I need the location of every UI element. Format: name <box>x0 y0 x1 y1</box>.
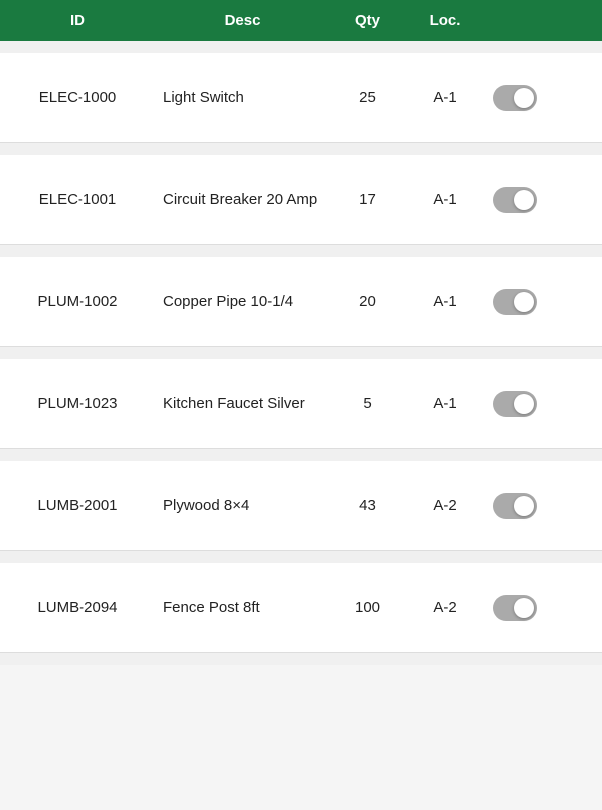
header-desc: Desc <box>155 0 330 41</box>
row-separator <box>0 347 602 359</box>
cell-toggle-4 <box>485 477 545 535</box>
cell-id-4: LUMB-2001 <box>0 481 155 530</box>
header-qty: Qty <box>330 0 405 41</box>
table-row: LUMB-2094 Fence Post 8ft 100 A-2 <box>0 563 602 653</box>
cell-id-1: ELEC-1001 <box>0 175 155 224</box>
cell-id-0: ELEC-1000 <box>0 73 155 122</box>
inventory-table: ID Desc Qty Loc. ELEC-1000 Light Switch … <box>0 0 602 665</box>
toggle-switch-4[interactable] <box>493 493 537 519</box>
cell-qty-3: 5 <box>330 379 405 428</box>
table-header: ID Desc Qty Loc. <box>0 0 602 41</box>
row-separator <box>0 41 602 53</box>
cell-desc-4: Plywood 8×4 <box>155 481 330 530</box>
cell-loc-4: A-2 <box>405 481 485 530</box>
toggle-switch-3[interactable] <box>493 391 537 417</box>
row-separator <box>0 245 602 257</box>
table-body: ELEC-1000 Light Switch 25 A-1 ELEC-1001 … <box>0 41 602 665</box>
toggle-switch-5[interactable] <box>493 595 537 621</box>
cell-desc-5: Fence Post 8ft <box>155 583 330 632</box>
header-loc: Loc. <box>405 0 485 41</box>
cell-qty-0: 25 <box>330 73 405 122</box>
cell-desc-2: Copper Pipe 10-1/4 <box>155 277 330 326</box>
toggle-switch-2[interactable] <box>493 289 537 315</box>
cell-desc-0: Light Switch <box>155 73 330 122</box>
row-separator <box>0 143 602 155</box>
cell-toggle-3 <box>485 375 545 433</box>
table-row: PLUM-1023 Kitchen Faucet Silver 5 A-1 <box>0 359 602 449</box>
cell-qty-1: 17 <box>330 175 405 224</box>
cell-loc-0: A-1 <box>405 73 485 122</box>
row-separator <box>0 551 602 563</box>
cell-loc-2: A-1 <box>405 277 485 326</box>
header-toggle <box>485 0 545 41</box>
cell-desc-3: Kitchen Faucet Silver <box>155 379 330 428</box>
cell-qty-2: 20 <box>330 277 405 326</box>
cell-loc-1: A-1 <box>405 175 485 224</box>
table-row: ELEC-1000 Light Switch 25 A-1 <box>0 53 602 143</box>
table-row: PLUM-1002 Copper Pipe 10-1/4 20 A-1 <box>0 257 602 347</box>
cell-id-2: PLUM-1002 <box>0 277 155 326</box>
toggle-switch-0[interactable] <box>493 85 537 111</box>
table-row: LUMB-2001 Plywood 8×4 43 A-2 <box>0 461 602 551</box>
header-id: ID <box>0 0 155 41</box>
cell-desc-1: Circuit Breaker 20 Amp <box>155 175 330 224</box>
table-row: ELEC-1001 Circuit Breaker 20 Amp 17 A-1 <box>0 155 602 245</box>
cell-loc-5: A-2 <box>405 583 485 632</box>
cell-toggle-5 <box>485 579 545 637</box>
cell-toggle-0 <box>485 69 545 127</box>
cell-id-5: LUMB-2094 <box>0 583 155 632</box>
cell-loc-3: A-1 <box>405 379 485 428</box>
toggle-switch-1[interactable] <box>493 187 537 213</box>
cell-qty-5: 100 <box>330 583 405 632</box>
row-separator <box>0 449 602 461</box>
cell-id-3: PLUM-1023 <box>0 379 155 428</box>
cell-toggle-1 <box>485 171 545 229</box>
cell-qty-4: 43 <box>330 481 405 530</box>
cell-toggle-2 <box>485 273 545 331</box>
row-separator-final <box>0 653 602 665</box>
